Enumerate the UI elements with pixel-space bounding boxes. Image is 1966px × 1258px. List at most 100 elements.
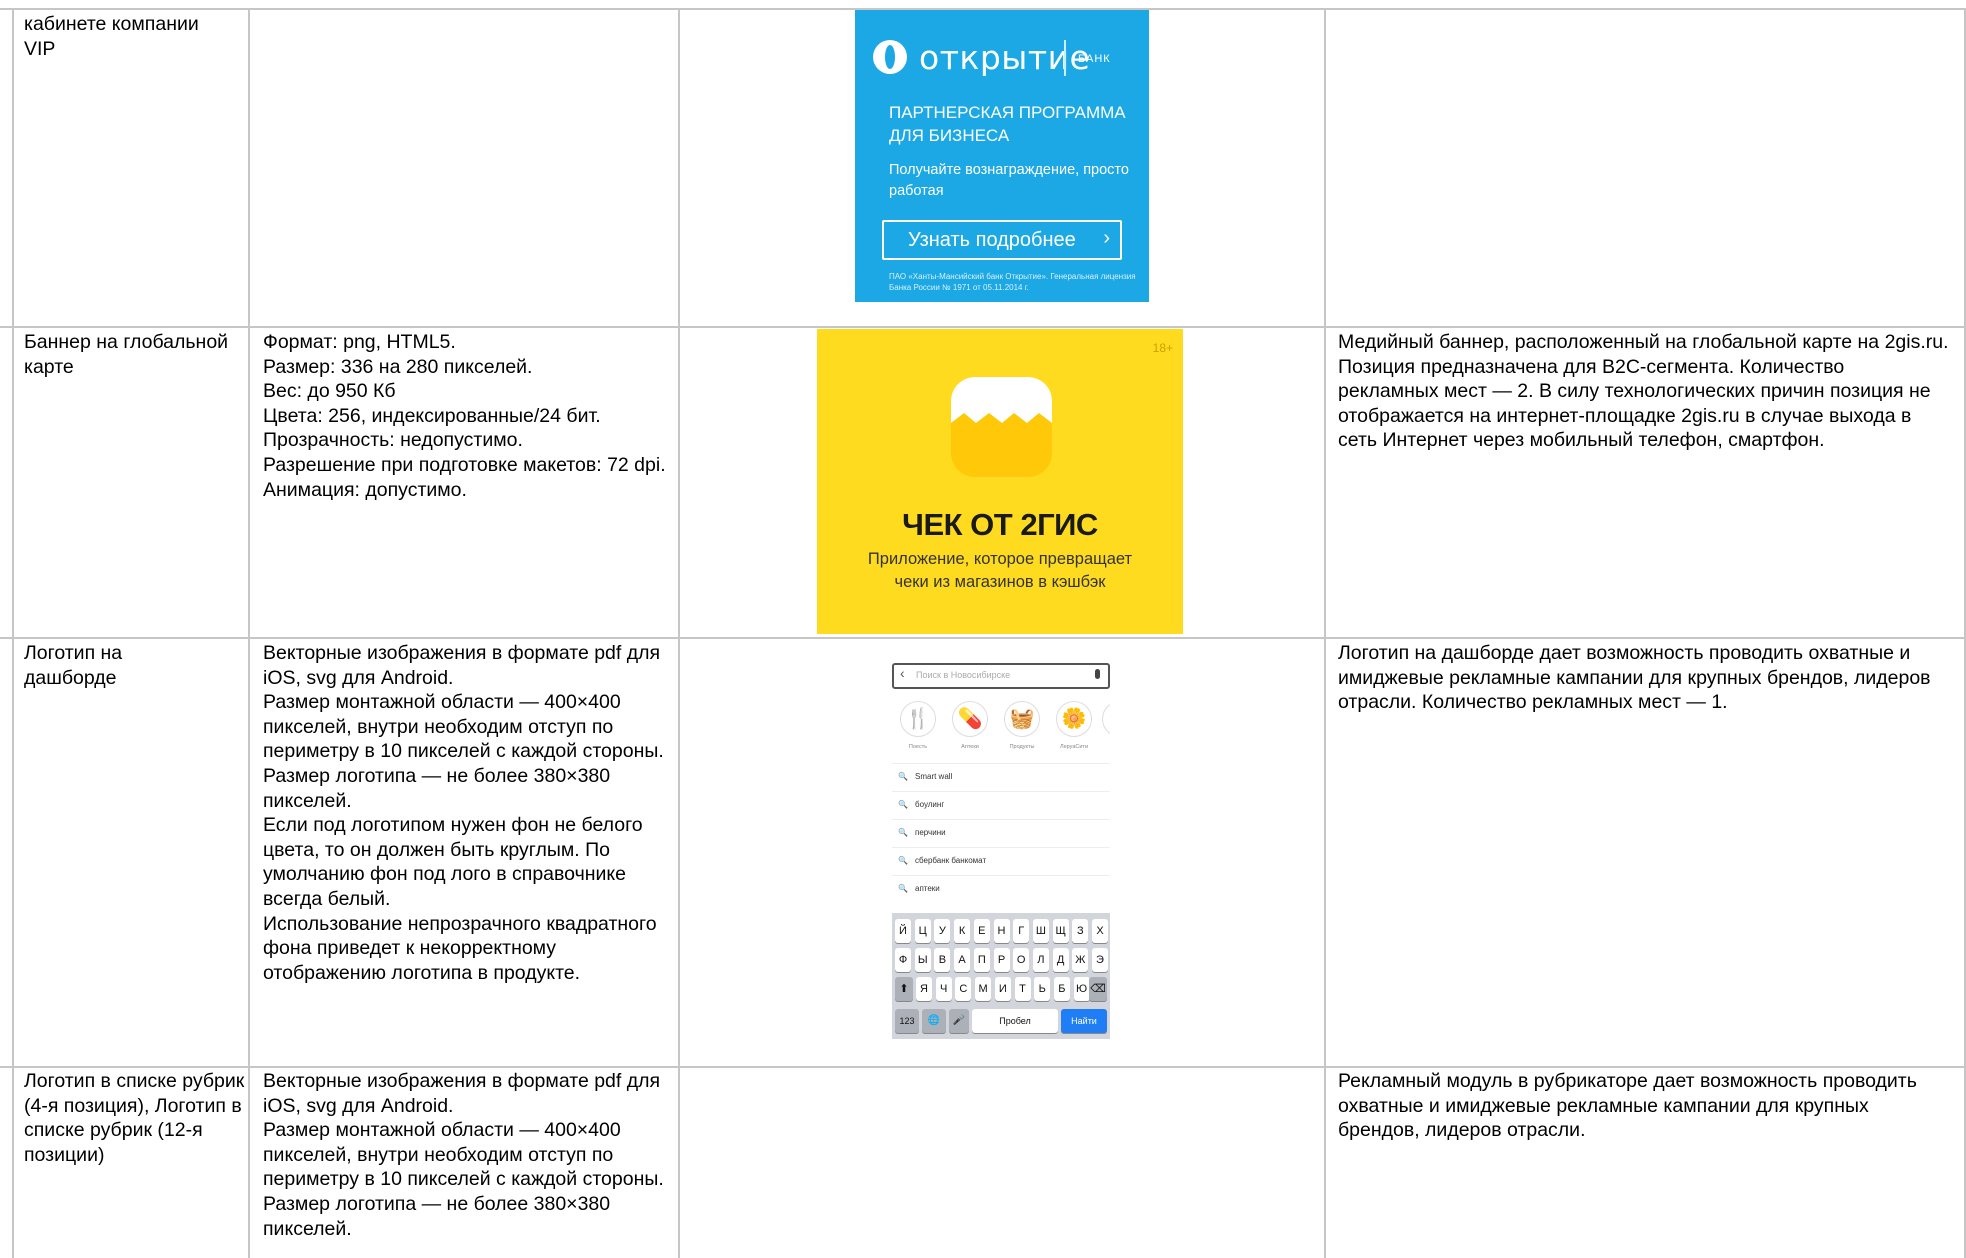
chek-line-2: чеки из магазинов в кэшбэк <box>894 573 1106 591</box>
keyboard-key: Ф <box>895 948 911 972</box>
row-border <box>0 1066 1966 1068</box>
keyboard-key: Е <box>973 919 990 943</box>
keyboard-key: Л <box>1032 948 1049 972</box>
requirement-line: Формат: png, HTML5. <box>263 331 456 353</box>
food-category-icon: 🍴 <box>900 701 936 737</box>
search-icon: 🔍 <box>898 828 908 837</box>
search-go-key: Найти <box>1061 1009 1107 1033</box>
history-text: перчини <box>915 828 946 837</box>
receipt-app-icon <box>951 377 1052 477</box>
otkritie-bank-label: БАНК <box>1078 53 1111 65</box>
history-item: 🔍 боулинг <box>892 791 1110 820</box>
description-text: Медийный баннер, расположенный на глобал… <box>1338 331 1949 452</box>
keyboard-key: С <box>955 977 972 1001</box>
col-border <box>12 8 14 1258</box>
chevron-right-icon: › <box>1103 227 1110 249</box>
requirements-cell: Векторные изображения в формате pdf для … <box>263 641 668 985</box>
history-item: 🔍 сбербанк банкомат <box>892 847 1110 876</box>
chek-2gis-banner-image: 18+ ЧЕК ОТ 2ГИС Приложение, которое прев… <box>817 329 1183 634</box>
backspace-key-icon: ⌫ <box>1089 977 1107 1001</box>
row-name: Логотип на дашборде <box>24 642 123 689</box>
requirement-line: Использование непрозрачного квадратного … <box>263 912 657 984</box>
description-cell: Рекламный модуль в рубрикаторе дает возм… <box>1338 1069 1950 1143</box>
row-name-cell: кабинете компании VIP <box>24 12 234 61</box>
dashboard-phone-screenshot: ‹ Поиск в Новосибирске 🍴 💊 🧺 🌼 Поесть Ап… <box>892 659 1110 1039</box>
keyboard-key: П <box>973 948 990 972</box>
keyboard-key: У <box>934 919 951 943</box>
requirements-cell: Векторные изображения в формате pdf для … <box>263 1069 668 1241</box>
keyboard-key: Ь <box>1034 977 1051 1001</box>
history-item: 🔍 аптеки <box>892 875 1110 904</box>
pharmacy-category-icon: 💊 <box>952 701 988 737</box>
leroy-city-logo-icon: 🌼 <box>1056 701 1092 737</box>
row-name-cell: Логотип в списке рубрик (4-я позиция), Л… <box>24 1069 246 1167</box>
keyboard-key: Г <box>1013 919 1030 943</box>
requirement-line: Векторные изображения в формате pdf для … <box>263 1070 661 1117</box>
requirement-line: Вес: до 950 Кб <box>263 380 396 403</box>
groceries-category-icon: 🧺 <box>1004 701 1040 737</box>
requirement-line: Анимация: допустимо. <box>263 478 467 501</box>
chek-title: ЧЕК ОТ 2ГИС <box>902 507 1098 542</box>
keyboard-key: Ч <box>935 977 952 1001</box>
history-item: 🔍 перчини <box>892 819 1110 848</box>
chek-line-1: Приложение, которое превращает <box>867 550 1133 568</box>
keyboard-key: Д <box>1052 948 1069 972</box>
keyboard-key: Х <box>1092 919 1108 943</box>
history-text: сбербанк банкомат <box>915 856 987 865</box>
category-label: Поесть <box>908 744 928 750</box>
requirement-line: Размер логотипа — не более 380×380 пиксе… <box>263 764 611 812</box>
otkritie-subtext: Получайте вознаграждение, просто работая <box>889 162 1129 199</box>
more-category-icon <box>1102 701 1110 737</box>
shift-key-icon: ⬆ <box>895 977 913 1001</box>
search-placeholder: Поиск в Новосибирске <box>916 670 1011 680</box>
keyboard-key: В <box>934 948 951 972</box>
requirement-line: Размер: 336 на 280 пикселей. <box>263 355 533 378</box>
keyboard-key: А <box>954 948 971 972</box>
otkritie-headline: ПАРТНЕРСКАЯ ПРОГРАММА ДЛЯ БИЗНЕСА <box>889 103 1126 145</box>
requirements-cell: Формат: png, HTML5. Размер: 336 на 280 п… <box>263 330 668 502</box>
search-icon: 🔍 <box>898 884 908 893</box>
col-border <box>1324 8 1326 1258</box>
search-icon: 🔍 <box>898 856 908 865</box>
keyboard-key: О <box>1013 948 1030 972</box>
category-label: Аптеки <box>961 744 979 750</box>
microphone-icon <box>1095 669 1100 679</box>
keyboard-key: К <box>954 919 971 943</box>
keyboard-key: М <box>975 977 992 1001</box>
cta-label: Узнать подробнее <box>908 229 1076 251</box>
row-name: Баннер на глобальной карте <box>24 331 229 378</box>
search-bar: ‹ Поиск в Новосибирске <box>892 663 1110 689</box>
keyboard-key: Б <box>1053 977 1070 1001</box>
description-cell: Логотип на дашборде дает возможность про… <box>1338 641 1958 715</box>
keyboard-key: Я <box>916 977 932 1001</box>
space-key: Пробел <box>972 1009 1058 1033</box>
col-border <box>248 8 250 1258</box>
otkritie-banner-image: открытие БАНК ПАРТНЕРСКАЯ ПРОГРАММА ДЛЯ … <box>855 10 1149 302</box>
row-name-cell: Логотип на дашборде <box>24 641 164 690</box>
globe-key-icon: 🌐 <box>922 1009 946 1033</box>
keyboard-key: Ы <box>914 948 931 972</box>
category-label: Продукты <box>1009 744 1035 750</box>
keyboard-key: Т <box>1014 977 1031 1001</box>
otkritie-cta-button: Узнать подробнее › <box>882 220 1122 260</box>
history-text: боулинг <box>915 800 945 809</box>
spec-table: кабинете компании VIP открытие БАНК ПАРТ… <box>0 0 1966 1258</box>
otkritie-logo-icon <box>873 40 907 74</box>
requirement-line: Если под логотипом нужен фон не белого ц… <box>263 814 643 910</box>
row-border <box>0 637 1966 639</box>
col-border <box>678 8 680 1258</box>
mic-key-icon: 🎤 <box>949 1009 969 1033</box>
requirement-line: Размер монтажной области — 400×400 пиксе… <box>263 1119 664 1191</box>
keyboard: ЙЦУКЕНГШЩЗХ ФЫВАПРОЛДЖЭ ЯЧСМИТЬБЮ ⬆ ⌫ 12… <box>892 913 1110 1039</box>
history-text: аптеки <box>915 884 940 893</box>
row-name: кабинете компании VIP <box>24 13 199 60</box>
logo-separator <box>1064 40 1066 76</box>
keyboard-key: З <box>1072 919 1089 943</box>
keyboard-key: Э <box>1092 948 1108 972</box>
history-item: 🔍 Smart wall <box>892 763 1110 792</box>
category-label: ЛеруаСити <box>1059 744 1089 750</box>
requirement-line: Размер логотипа — не более 380×380 пиксе… <box>263 1192 611 1240</box>
back-arrow-icon: ‹ <box>900 665 905 681</box>
keyboard-key: Ц <box>914 919 931 943</box>
keyboard-key: Ж <box>1072 948 1089 972</box>
